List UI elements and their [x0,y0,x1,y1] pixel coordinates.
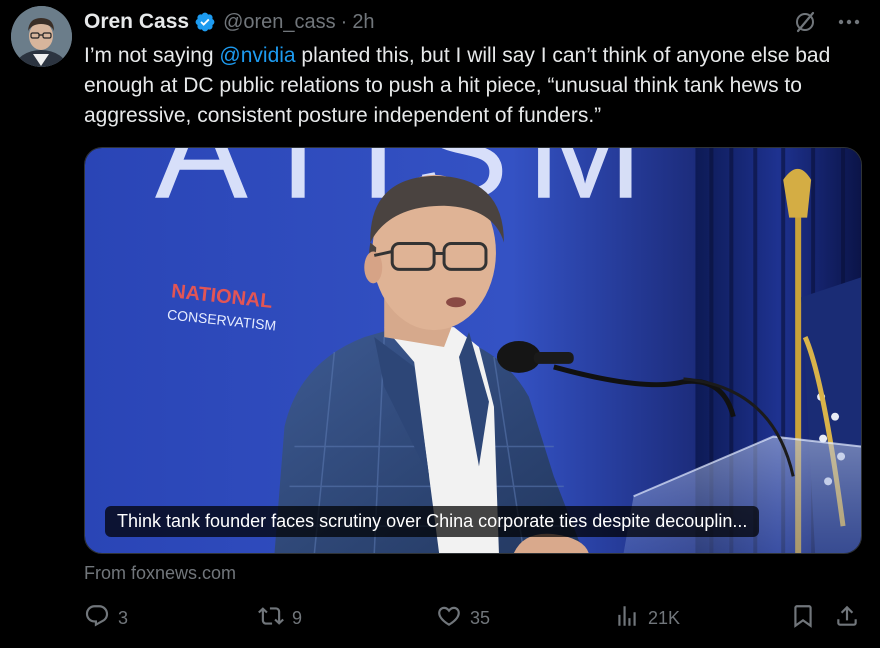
card-photo: ATISM NATIONAL CONSERVATISM [85,148,861,553]
card-source[interactable]: From foxnews.com [84,563,236,584]
reply-button[interactable]: 3 [84,603,128,633]
tweet-header: Oren Cass @oren_cass · 2h [84,9,375,35]
like-count: 35 [470,607,491,628]
mention-link[interactable]: @nvidia [219,44,295,67]
action-bar: 3 9 35 21K [84,603,862,633]
header-icons [792,9,862,35]
more-icon[interactable] [836,9,862,35]
bookmark-button[interactable] [790,603,816,633]
repost-icon [258,603,284,634]
link-card[interactable]: ATISM NATIONAL CONSERVATISM [84,147,862,554]
verified-badge-icon [194,11,216,33]
repost-button[interactable]: 9 [258,603,302,633]
like-button[interactable]: 35 [436,603,490,633]
author-handle[interactable]: @oren_cass [223,11,336,34]
views-button[interactable]: 21K [614,603,680,633]
reply-count: 3 [118,607,129,628]
card-caption[interactable]: Think tank founder faces scrutiny over C… [105,506,760,537]
tweet-text: I’m not saying @nvidia planted this, but… [84,41,869,131]
reply-icon [84,603,110,634]
views-icon [614,603,640,634]
timestamp[interactable]: 2h [352,11,374,34]
views-count: 21K [648,607,681,628]
avatar-image [11,6,72,67]
author-name[interactable]: Oren Cass [84,10,189,34]
separator-dot: · [340,10,348,33]
bookmark-icon [790,603,816,634]
share-button[interactable] [834,603,860,633]
repost-count: 9 [292,607,303,628]
tweet-text-part: I’m not saying [84,44,220,67]
avatar[interactable] [11,6,72,67]
share-icon [834,603,860,634]
grok-slash-icon[interactable] [792,9,818,35]
like-icon [436,603,462,634]
